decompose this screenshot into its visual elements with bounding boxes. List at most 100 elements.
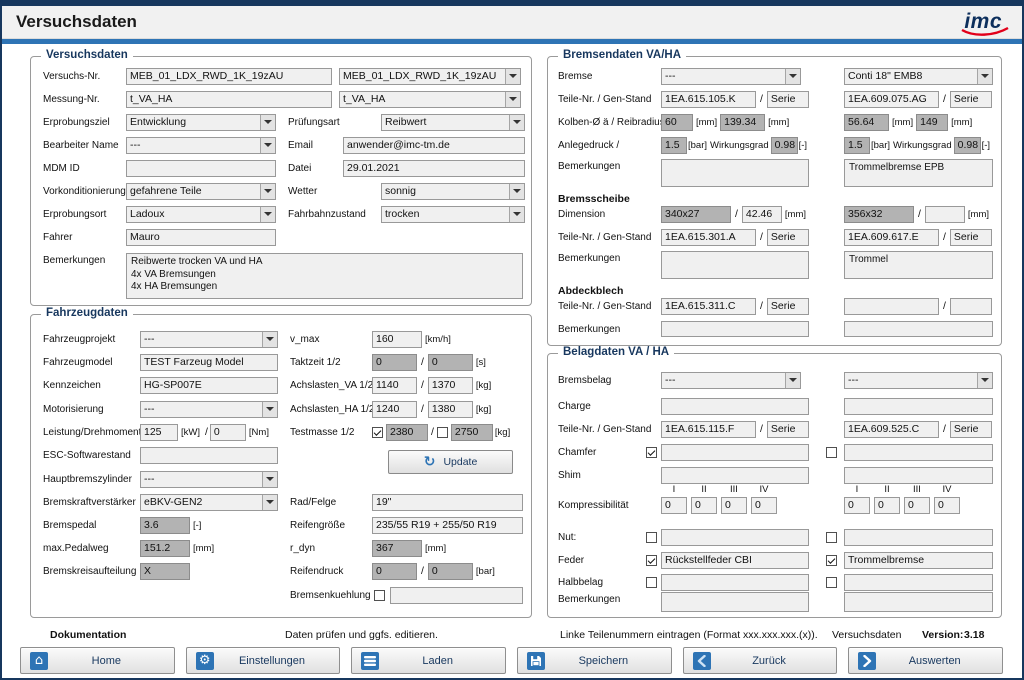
chamfer-va-input[interactable] <box>661 444 809 461</box>
kompressibilitaet-ha-2-input[interactable]: 0 <box>874 497 900 514</box>
nut-va-checkbox[interactable] <box>646 532 657 543</box>
gen-stand-va-input[interactable]: Serie <box>767 91 809 108</box>
messung-nr-input[interactable]: t_VA_HA <box>126 91 332 108</box>
scheibe-teile-nr-va-input[interactable]: 1EA.615.301.A <box>661 229 756 246</box>
fahrbahnzustand-select[interactable]: trocken <box>381 206 525 223</box>
teile-nr-ha-input[interactable]: 1EA.609.075.AG <box>844 91 939 108</box>
dimension-2-ha-input[interactable] <box>925 206 965 223</box>
kompressibilitaet-va-3-input[interactable]: 0 <box>721 497 747 514</box>
erprobungsort-select[interactable]: Ladoux <box>126 206 276 223</box>
bremsbelag-va-select[interactable]: --- <box>661 372 801 389</box>
feder-ha-input[interactable]: Trommelbremse <box>844 552 993 569</box>
versuchs-nr-select[interactable]: MEB_01_LDX_RWD_1K_19zAU <box>339 68 521 85</box>
testmasse-1-checkbox[interactable] <box>372 427 383 438</box>
kompressibilitaet-ha-4-input[interactable]: 0 <box>934 497 960 514</box>
messung-nr-select[interactable]: t_VA_HA <box>339 91 521 108</box>
feder-va-input[interactable]: Rückstellfeder CBI <box>661 552 809 569</box>
nut-ha-checkbox[interactable] <box>826 532 837 543</box>
halbbelag-va-input[interactable] <box>661 574 809 591</box>
reifengroesse-input[interactable]: 235/55 R19 + 255/50 R19 <box>372 517 523 534</box>
kompressibilitaet-va-2-input[interactable]: 0 <box>691 497 717 514</box>
wetter-select[interactable]: sonnig <box>381 183 525 200</box>
testmasse-2-checkbox[interactable] <box>437 427 448 438</box>
teile-nr-va-input[interactable]: 1EA.615.105.K <box>661 91 756 108</box>
blech-bemerkungen-ha-input[interactable] <box>844 321 993 337</box>
bremskraftverstaerker-select[interactable]: eBKV-GEN2 <box>140 494 278 511</box>
dimension-2-va-input[interactable]: 42.46 <box>742 206 782 223</box>
chamfer-va-checkbox[interactable] <box>646 447 657 458</box>
blech-bemerkungen-va-input[interactable] <box>661 321 809 337</box>
achslast-ha-2-input[interactable]: 1380 <box>428 401 473 418</box>
home-button[interactable]: ⌂ Home <box>20 647 175 674</box>
belag-gen-stand-ha-input[interactable]: Serie <box>950 421 992 438</box>
achslast-va-1-input[interactable]: 1140 <box>372 377 417 394</box>
belag-bemerkungen-va-input[interactable] <box>661 592 809 612</box>
bremse-va-select[interactable]: --- <box>661 68 801 85</box>
bremsbelag-ha-select[interactable]: --- <box>844 372 993 389</box>
versuchs-nr-input[interactable]: MEB_01_LDX_RWD_1K_19zAU <box>126 68 332 85</box>
kennzeichen-input[interactable]: HG-SP007E <box>140 377 278 394</box>
speichern-button[interactable]: Speichern <box>517 647 672 674</box>
esc-softwarestand-input[interactable] <box>140 447 278 464</box>
achslast-ha-1-input[interactable]: 1240 <box>372 401 417 418</box>
bemerkungen-textarea[interactable]: Reibwerte trocken VA und HA 4x VA Bremsu… <box>126 253 523 299</box>
belag-teile-nr-ha-input[interactable]: 1EA.609.525.C <box>844 421 939 438</box>
mdm-id-input[interactable] <box>126 160 276 177</box>
chamfer-ha-input[interactable] <box>844 444 993 461</box>
blech-teile-nr-ha-input[interactable] <box>844 298 939 315</box>
gen-stand-ha-input[interactable]: Serie <box>950 91 992 108</box>
halbbelag-ha-input[interactable] <box>844 574 993 591</box>
leistung-kw-input[interactable]: 125 <box>140 424 178 441</box>
blech-gen-stand-ha-input[interactable] <box>950 298 992 315</box>
bremse-bemerkungen-ha-input[interactable]: Trommelbremse EPB <box>844 159 993 187</box>
pruefungsart-select[interactable]: Reibwert <box>381 114 525 131</box>
fahrer-input[interactable]: Mauro <box>126 229 276 246</box>
nut-va-input[interactable] <box>661 529 809 546</box>
bremse-bemerkungen-va-input[interactable] <box>661 159 809 187</box>
halbbelag-ha-checkbox[interactable] <box>826 577 837 588</box>
datei-input[interactable]: 29.01.2021 <box>343 160 525 177</box>
v-max-input[interactable]: 160 <box>372 331 422 348</box>
rad-felge-input[interactable]: 19" <box>372 494 523 511</box>
feder-va-checkbox[interactable] <box>646 555 657 566</box>
scheibe-gen-stand-ha-input[interactable]: Serie <box>950 229 992 246</box>
scheibe-gen-stand-va-input[interactable]: Serie <box>767 229 809 246</box>
halbbelag-va-checkbox[interactable] <box>646 577 657 588</box>
feder-ha-checkbox[interactable] <box>826 555 837 566</box>
blech-teile-nr-va-input[interactable]: 1EA.615.311.C <box>661 298 756 315</box>
chamfer-ha-checkbox[interactable] <box>826 447 837 458</box>
drehmoment-nm-input[interactable]: 0 <box>210 424 246 441</box>
fahrzeugprojekt-select[interactable]: --- <box>140 331 278 348</box>
email-input[interactable]: anwender@imc-tm.de <box>343 137 525 154</box>
achslast-va-2-input[interactable]: 1370 <box>428 377 473 394</box>
scheibe-bemerkungen-va-input[interactable] <box>661 251 809 279</box>
charge-va-input[interactable] <box>661 398 809 415</box>
nut-ha-input[interactable] <box>844 529 993 546</box>
shim-va-input[interactable] <box>661 467 809 484</box>
blech-gen-stand-va-input[interactable]: Serie <box>767 298 809 315</box>
shim-ha-input[interactable] <box>844 467 993 484</box>
scheibe-bemerkungen-ha-input[interactable]: Trommel <box>844 251 993 279</box>
laden-button[interactable]: Laden <box>351 647 506 674</box>
vorkonditionierung-select[interactable]: gefahrene Teile <box>126 183 276 200</box>
einstellungen-button[interactable]: ⚙ Einstellungen <box>186 647 341 674</box>
fahrzeugmodel-input[interactable]: TEST Farzeug Model <box>140 354 278 371</box>
charge-ha-input[interactable] <box>844 398 993 415</box>
kompressibilitaet-ha-3-input[interactable]: 0 <box>904 497 930 514</box>
kompressibilitaet-va-4-input[interactable]: 0 <box>751 497 777 514</box>
motorisierung-select[interactable]: --- <box>140 401 278 418</box>
kompressibilitaet-va-1-input[interactable]: 0 <box>661 497 687 514</box>
erprobungsziel-select[interactable]: Entwicklung <box>126 114 276 131</box>
scheibe-teile-nr-ha-input[interactable]: 1EA.609.617.E <box>844 229 939 246</box>
bearbeiter-name-select[interactable]: --- <box>126 137 276 154</box>
auswerten-button[interactable]: Auswerten <box>848 647 1003 674</box>
hauptbremszylinder-select[interactable]: --- <box>140 471 278 488</box>
bremse-ha-select[interactable]: Conti 18" EMB8 <box>844 68 993 85</box>
belag-gen-stand-va-input[interactable]: Serie <box>767 421 809 438</box>
bremsenkuehlung-input[interactable] <box>390 587 523 604</box>
kompressibilitaet-ha-1-input[interactable]: 0 <box>844 497 870 514</box>
zurueck-button[interactable]: Zurück <box>683 647 838 674</box>
bremsenkuehlung-checkbox[interactable] <box>374 590 385 601</box>
belag-teile-nr-va-input[interactable]: 1EA.615.115.F <box>661 421 756 438</box>
belag-bemerkungen-ha-input[interactable] <box>844 592 993 612</box>
